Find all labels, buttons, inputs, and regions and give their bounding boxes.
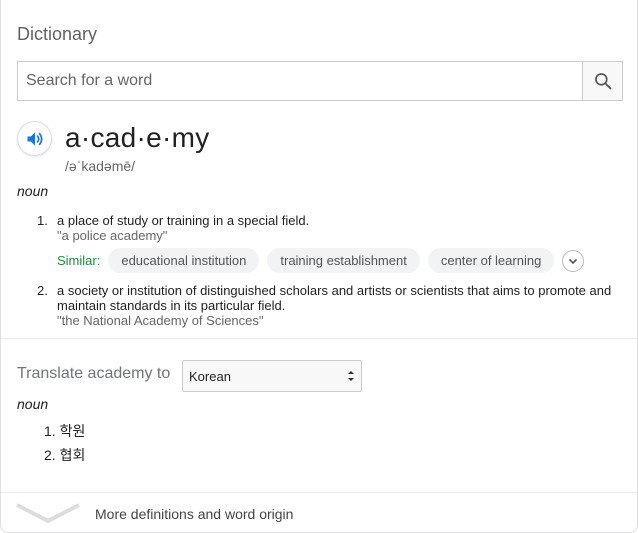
expand-similar-button[interactable] bbox=[562, 249, 585, 272]
similar-words: Similar: educational institution trainin… bbox=[57, 248, 585, 273]
headword: a·cad·e·my bbox=[65, 122, 210, 153]
section-divider bbox=[1, 338, 638, 339]
similar-label: Similar: bbox=[57, 253, 101, 268]
definition-text: a society or institution of distinguishe… bbox=[57, 283, 612, 313]
translation-number: 2. bbox=[44, 447, 56, 463]
dictionary-card: Dictionary a·cad·e·my /əˈkadəmē/ noun 1.… bbox=[0, 0, 638, 533]
definition-example: "a police academy" bbox=[57, 228, 168, 243]
definition-text: a place of study or training in a specia… bbox=[57, 213, 310, 228]
select-arrows-icon bbox=[347, 369, 355, 383]
translation-item: 1. 학원 bbox=[44, 421, 85, 441]
translation-part-of-speech: noun bbox=[17, 396, 49, 412]
definition-item: 1. a place of study or training in a spe… bbox=[37, 213, 617, 243]
more-definitions-button[interactable]: More definitions and word origin bbox=[1, 493, 637, 533]
definition-example: "the National Academy of Sciences" bbox=[57, 313, 264, 328]
definition-number: 2. bbox=[37, 283, 48, 298]
definition-item: 2. a society or institution of distingui… bbox=[37, 283, 617, 328]
more-definitions-label: More definitions and word origin bbox=[95, 506, 294, 522]
translate-label: Translate academy to bbox=[17, 365, 171, 382]
similar-chip[interactable]: educational institution bbox=[108, 248, 260, 273]
part-of-speech: noun bbox=[17, 183, 49, 199]
phonetic-spelling: /əˈkadəmē/ bbox=[65, 158, 136, 174]
definition-number: 1. bbox=[37, 213, 48, 228]
search-button[interactable] bbox=[582, 62, 622, 100]
chevron-down-icon bbox=[16, 503, 80, 523]
translation-text[interactable]: 학원 bbox=[60, 423, 86, 439]
pronunciation-button[interactable] bbox=[17, 121, 52, 156]
translation-item: 2. 협회 bbox=[44, 445, 85, 465]
search-input[interactable] bbox=[18, 62, 582, 100]
search-box bbox=[17, 61, 623, 101]
selected-language: Korean bbox=[189, 368, 231, 384]
similar-chip[interactable]: training establishment bbox=[267, 248, 420, 273]
speaker-icon bbox=[27, 131, 42, 146]
card-title: Dictionary bbox=[17, 24, 98, 44]
language-select[interactable]: Korean bbox=[182, 360, 362, 392]
translation-number: 1. bbox=[44, 423, 56, 439]
similar-chip[interactable]: center of learning bbox=[427, 248, 555, 273]
translation-text[interactable]: 협회 bbox=[60, 447, 86, 463]
chevron-down-icon bbox=[569, 258, 578, 264]
search-icon bbox=[594, 73, 611, 90]
